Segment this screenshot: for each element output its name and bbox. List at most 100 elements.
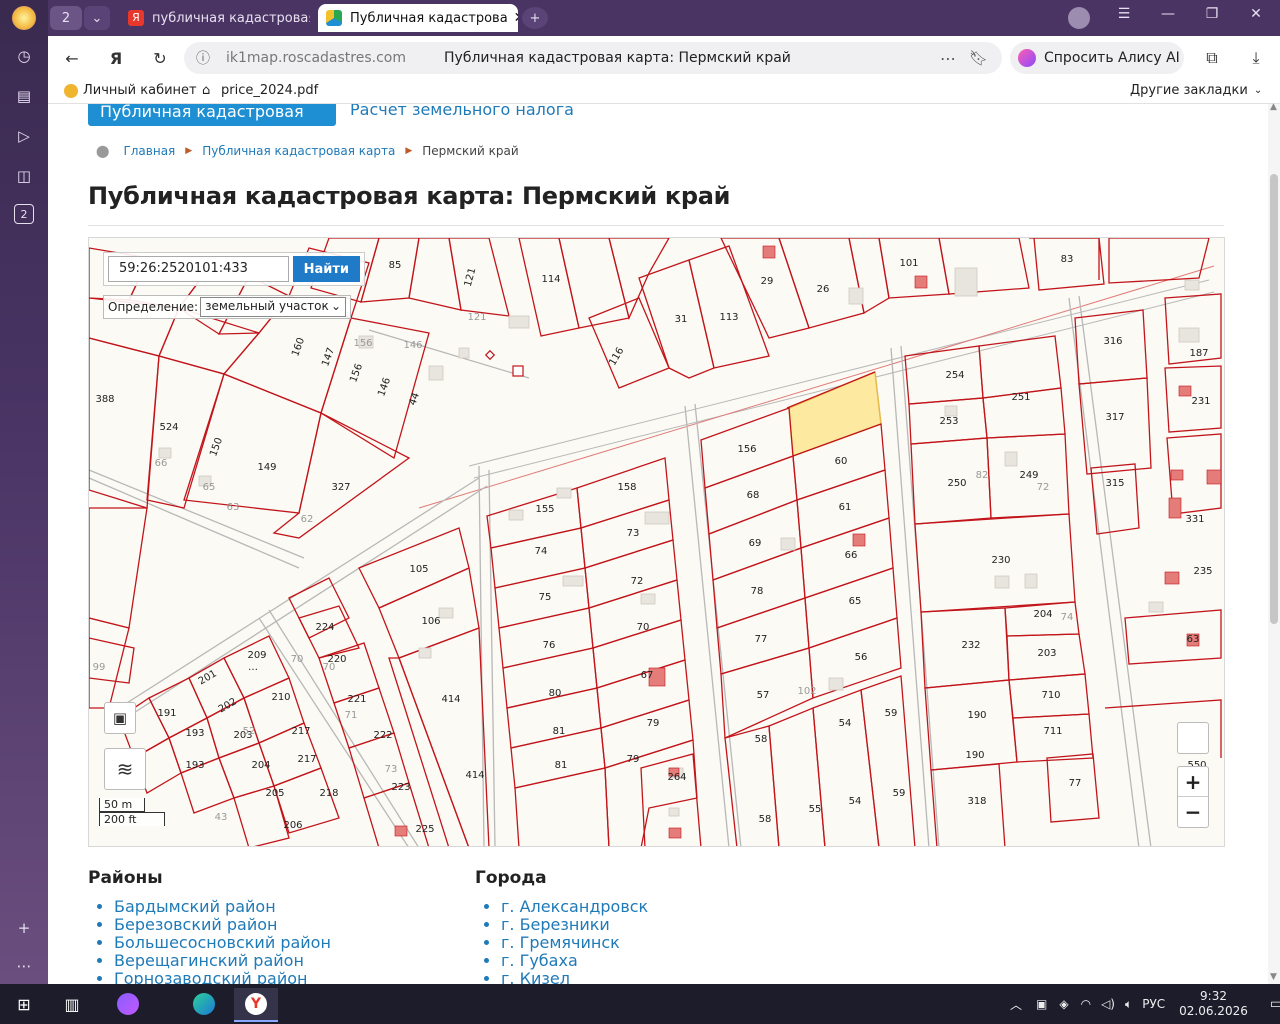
city-link[interactable]: г. Губаха	[501, 952, 648, 970]
map-favicon-icon	[326, 10, 342, 26]
other-bookmarks-button[interactable]: Другие закладки ⌄	[1130, 83, 1262, 98]
bookmark-item[interactable]: ⌂ price_2024.pdf	[202, 83, 318, 98]
ask-alice-button[interactable]: Спросить Алису AI	[1010, 42, 1184, 74]
breadcrumb-map[interactable]: Публичная кадастровая карта	[202, 144, 395, 158]
alice-logo-icon[interactable]	[12, 6, 36, 30]
battery-lock-icon[interactable]: ▣	[1036, 997, 1047, 1011]
alice-taskbar-icon[interactable]	[110, 990, 146, 1018]
language-indicator[interactable]: РУС	[1142, 997, 1165, 1011]
close-tab-icon[interactable]: ✕	[508, 10, 518, 26]
chevron-up-icon[interactable]: ︿	[1010, 996, 1022, 1013]
network-icon[interactable]: ◠	[1081, 997, 1091, 1011]
history-icon[interactable]: ◷	[12, 44, 36, 68]
nav-tab-cadastral-map[interactable]: Публичная кадастровая карта	[88, 104, 336, 140]
find-button[interactable]: Найти	[292, 256, 360, 282]
more-actions-icon[interactable]: ⋯	[940, 49, 956, 68]
fullscreen-button[interactable]	[1177, 722, 1209, 754]
bookmarks-bar: Личный кабинет ⌂ price_2024.pdf Другие з…	[48, 80, 1280, 104]
svg-text:106: 106	[421, 616, 440, 627]
yandex-favicon-icon: Я	[128, 10, 144, 26]
svg-text:156: 156	[348, 362, 365, 384]
new-tab-button[interactable]: +	[522, 7, 548, 29]
svg-text:72: 72	[1037, 482, 1050, 493]
menu-icon[interactable]: ☰	[1112, 6, 1136, 22]
cadastral-search: 59:26:2520101:433 Найти	[103, 252, 365, 286]
svg-text:187: 187	[1189, 348, 1208, 359]
district-link[interactable]: Верещагинский район	[114, 952, 331, 970]
tab-active[interactable]: Публичная кадастрова ✕	[318, 4, 518, 32]
city-link[interactable]: г. Кизел	[501, 970, 648, 985]
other-bookmarks-label: Другие закладки	[1130, 83, 1248, 98]
svg-text:204: 204	[1033, 609, 1052, 620]
city-link[interactable]: г. Березники	[501, 916, 648, 934]
volume-icon[interactable]: ◁)	[1101, 997, 1115, 1011]
yandex-icon[interactable]: Я	[104, 46, 128, 70]
cadastral-map[interactable]: 388 524 149 327 150 160 147 156 146 44 85 114 3…	[88, 237, 1225, 847]
scale-meters: 50 m	[99, 798, 145, 812]
scroll-down-icon[interactable]: ▼	[1270, 972, 1277, 982]
more-icon[interactable]: ⋯	[12, 954, 36, 978]
svg-text:327: 327	[331, 482, 350, 493]
bookmark-icon[interactable]: 🔖︎	[969, 49, 988, 67]
restore-icon[interactable]: ❐	[1200, 6, 1224, 22]
add-panel-icon[interactable]: +	[12, 916, 36, 940]
svg-text:254: 254	[945, 370, 964, 381]
windows-start-icon[interactable]: ⊞	[6, 990, 42, 1018]
nav-link-land-tax[interactable]: Расчет земельного налога	[350, 104, 574, 119]
svg-text:105: 105	[409, 564, 428, 575]
breadcrumb-home[interactable]: Главная	[123, 144, 175, 158]
tab-group-counter[interactable]: 2	[50, 6, 82, 30]
city-link[interactable]: г. Александровск	[501, 898, 648, 916]
svg-text:79: 79	[647, 718, 660, 729]
download-icon[interactable]: ⤓	[1244, 46, 1268, 70]
shield-icon[interactable]: ◈	[1059, 997, 1068, 1011]
svg-text:193: 193	[185, 760, 204, 771]
measure-tool-button[interactable]: ▣	[104, 702, 136, 734]
chevron-down-icon[interactable]: ⌄	[84, 6, 110, 30]
back-icon[interactable]: ←	[60, 46, 84, 70]
cadastral-number-input[interactable]: 59:26:2520101:433	[108, 256, 289, 282]
zoom-in-button[interactable]: +	[1178, 767, 1208, 797]
district-link[interactable]: Горнозаводский район	[114, 970, 331, 985]
tabs-count-badge[interactable]: 2	[14, 204, 34, 224]
speaker-icon[interactable]: 🔈︎	[1125, 997, 1132, 1012]
svg-text:82: 82	[976, 470, 989, 481]
layers-button[interactable]: ≋	[104, 748, 146, 790]
bookmark-item[interactable]: Личный кабинет	[64, 83, 197, 98]
video-icon[interactable]: ▷	[12, 124, 36, 148]
svg-text:218: 218	[319, 788, 338, 799]
svg-text:217: 217	[291, 726, 310, 737]
site-info-icon[interactable]: ⓘ	[196, 48, 214, 68]
chevron-down-icon: ⌄	[330, 299, 341, 313]
clock[interactable]: 9:32 02.06.2026	[1179, 989, 1248, 1019]
svg-text:59: 59	[893, 788, 906, 799]
screenshot-icon[interactable]: ◫	[12, 164, 36, 188]
district-link[interactable]: Большесосновский район	[114, 934, 331, 952]
ask-alice-label: Спросить Алису AI	[1044, 50, 1180, 66]
map-canvas[interactable]: 388 524 149 327 150 160 147 156 146 44 85 114 3…	[89, 238, 1225, 847]
city-link[interactable]: г. Гремячинск	[501, 934, 648, 952]
yandex-browser-icon[interactable]: Y	[234, 988, 278, 1022]
windows-taskbar: ⊞ ▥ Y ︿ ▣ ◈ ◠ ◁) 🔈︎ РУС 9:32 02.06.2026 …	[0, 984, 1280, 1024]
definition-select[interactable]: земельный участок ⌄	[200, 297, 346, 317]
collections-icon[interactable]: ▤	[12, 84, 36, 108]
task-view-icon[interactable]: ▥	[54, 990, 90, 1018]
district-link[interactable]: Березовский район	[114, 916, 331, 934]
system-tray: ︿ ▣ ◈ ◠ ◁) 🔈︎ РУС 9:32 02.06.2026 ▭ 1	[1010, 984, 1280, 1024]
reload-icon[interactable]: ↻	[148, 46, 172, 70]
address-bar[interactable]: ⓘ ik1map.roscadastres.com Публичная када…	[184, 42, 1002, 74]
district-link[interactable]: Бардымский район	[114, 898, 331, 916]
profile-avatar-icon[interactable]	[1068, 7, 1090, 29]
edge-icon[interactable]	[186, 990, 222, 1018]
minimize-icon[interactable]: —	[1156, 6, 1180, 22]
scroll-thumb[interactable]	[1270, 174, 1278, 624]
tab-inactive[interactable]: Я публичная кадастровая к	[120, 4, 310, 32]
zoom-out-button[interactable]: −	[1178, 797, 1208, 827]
scroll-up-icon[interactable]: ▲	[1270, 102, 1277, 112]
svg-text:58: 58	[759, 814, 772, 825]
svg-text:121: 121	[463, 267, 479, 288]
page-scrollbar[interactable]: ▲ ▼	[1268, 102, 1280, 984]
extensions-icon[interactable]: ⧉	[1200, 46, 1224, 70]
close-window-icon[interactable]: ✕	[1244, 6, 1268, 22]
notifications-icon[interactable]: ▭	[1270, 996, 1280, 1012]
